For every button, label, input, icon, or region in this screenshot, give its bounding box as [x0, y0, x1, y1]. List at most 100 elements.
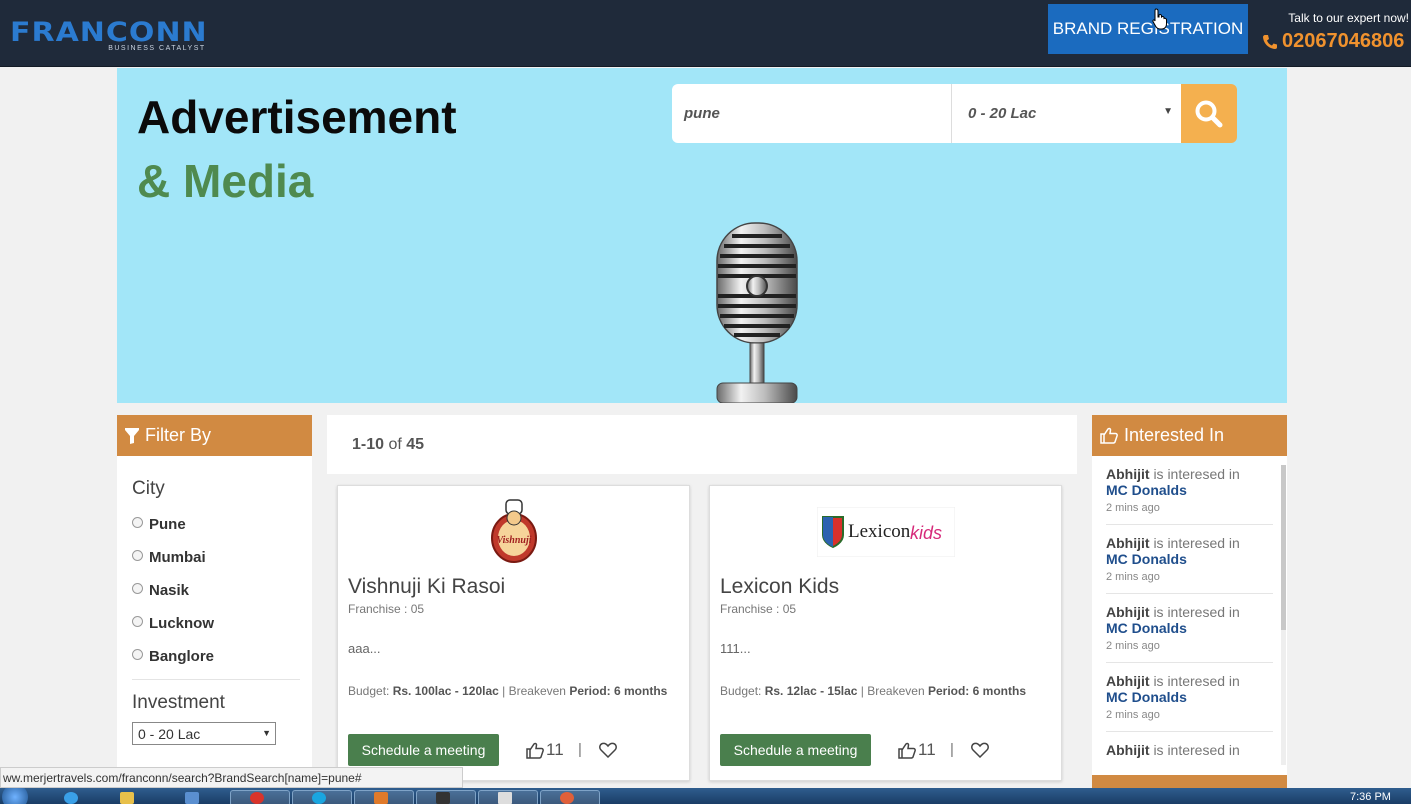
like-button[interactable]: 11	[526, 740, 564, 760]
interested-in-panel: Interested In Abhijit is interesed in MC…	[1092, 415, 1287, 790]
window-icon	[498, 792, 512, 804]
start-button-icon[interactable]	[2, 788, 28, 804]
timestamp: 2 mins ago	[1106, 640, 1160, 652]
schedule-meeting-button[interactable]: Schedule a meeting	[720, 734, 871, 766]
interest-verb: is interesed in	[1153, 673, 1240, 689]
phone-icon	[1263, 34, 1277, 49]
budget-info: Budget: Rs. 100lac - 120lac | Breakeven …	[348, 684, 667, 698]
franchise-count: Franchise : 05	[348, 602, 425, 616]
franconn-logo[interactable]: FRANCONN BUSINESS CATALYST	[10, 18, 208, 52]
app-icon	[374, 792, 388, 804]
franchise-count: Franchise : 05	[720, 602, 797, 616]
franchise-card[interactable]: Vishnuji Vishnuji Ki Rasoi Franchise : 0…	[337, 485, 690, 781]
brand-name[interactable]: Lexicon Kids	[720, 575, 839, 599]
city-label: Nasik	[149, 582, 190, 599]
filter-header-label: Filter By	[145, 425, 212, 445]
phone-number-text: 02067046806	[1282, 30, 1405, 52]
top-navbar: FRANCONN BUSINESS CATALYST BRAND REGISTR…	[0, 0, 1411, 67]
franchise-card[interactable]: Lexicon kids Lexicon Kids Franchise : 05…	[709, 485, 1062, 781]
radio-button[interactable]	[132, 583, 143, 594]
city-label: Banglore	[149, 648, 215, 665]
interested-header-label: Interested In	[1124, 425, 1225, 445]
brand-link[interactable]: MC Donalds	[1106, 482, 1273, 498]
brand-link[interactable]: MC Donalds	[1106, 551, 1273, 567]
brand-link[interactable]: MC Donalds	[1106, 620, 1273, 636]
city-option-nasik[interactable]: Nasik	[132, 574, 312, 607]
city-label: Pune	[149, 516, 186, 533]
dropdown-caret-icon: ▼	[262, 728, 271, 738]
phone-number[interactable]: 02067046806	[1262, 30, 1404, 53]
interested-list: Abhijit is interesed in MC Donalds 2 min…	[1092, 456, 1287, 790]
separator: |	[950, 741, 954, 758]
scrollbar-thumb[interactable]	[1281, 465, 1286, 630]
lexicon-logo-text: Lexicon	[848, 521, 911, 542]
taskbar-clock: 7:36 PM	[1350, 791, 1391, 803]
brand-description: aaa...	[348, 641, 381, 656]
search-button[interactable]	[1181, 84, 1237, 143]
hero-title: Advertisement	[137, 91, 457, 143]
list-item: Abhijit is interesed in MC Donalds 2 min…	[1106, 525, 1273, 594]
results-range: 1-10	[352, 435, 385, 453]
brand-description: 111...	[720, 641, 751, 656]
brand-name[interactable]: Vishnuji Ki Rasoi	[348, 575, 505, 599]
brand-logo: Lexicon kids	[710, 496, 1061, 568]
hero-subtitle: & Media	[137, 155, 314, 207]
vishnuji-logo-text: Vishnuji	[496, 535, 531, 546]
timestamp: 2 mins ago	[1106, 709, 1160, 721]
radio-button[interactable]	[132, 517, 143, 528]
radio-button[interactable]	[132, 649, 143, 660]
list-item: Abhijit is interesed in MC Donalds 2 min…	[1106, 663, 1273, 732]
interest-text: Abhijit is interesed in	[1106, 673, 1273, 689]
thumbs-up-icon	[526, 742, 544, 759]
user-name: Abhijit	[1106, 604, 1150, 620]
period-value: 6 months	[614, 684, 668, 698]
brand-registration-button[interactable]: BRAND REGISTRATION	[1048, 4, 1248, 54]
budget-value: Rs. 100lac - 120lac	[392, 684, 499, 698]
folder-icon[interactable]	[120, 792, 134, 804]
thumbs-up-icon	[1100, 427, 1118, 444]
ie-icon[interactable]	[64, 792, 78, 804]
period-label: Period:	[569, 684, 611, 698]
separator: |	[578, 741, 582, 758]
radio-button[interactable]	[132, 550, 143, 561]
browser-status-bar: ww.merjertravels.com/franconn/search?Bra…	[0, 767, 463, 788]
investment-select[interactable]: 0 - 20 Lac ▼	[132, 722, 276, 745]
search-input[interactable]: pune	[672, 84, 952, 143]
schedule-meeting-button[interactable]: Schedule a meeting	[348, 734, 499, 766]
city-label: Lucknow	[149, 615, 215, 632]
heart-icon[interactable]	[971, 742, 989, 758]
budget-info: Budget: Rs. 12lac - 15lac | Breakeven Pe…	[720, 684, 1026, 698]
city-option-lucknow[interactable]: Lucknow	[132, 607, 312, 640]
like-button[interactable]: 11	[898, 740, 936, 760]
dropdown-caret-icon: ▼	[1163, 106, 1173, 117]
skype-icon	[312, 792, 326, 804]
radio-button[interactable]	[132, 616, 143, 627]
user-name: Abhijit	[1106, 466, 1150, 482]
brand-logo: Vishnuji	[338, 496, 689, 568]
interest-text: Abhijit is interesed in	[1106, 466, 1273, 482]
like-count: 11	[918, 740, 936, 759]
city-title: City	[132, 478, 165, 499]
city-option-pune[interactable]: Pune	[132, 508, 312, 541]
hero-banner: Advertisement & Media pune 0 - 20 Lac ▼	[117, 68, 1287, 403]
city-option-banglore[interactable]: Banglore	[132, 640, 312, 673]
budget-label: Budget:	[720, 684, 762, 698]
period-label: Period:	[927, 684, 970, 698]
lexicon-kids-logo-image: Lexicon kids	[816, 507, 955, 557]
city-option-mumbai[interactable]: Mumbai	[132, 541, 312, 574]
investment-title: Investment	[132, 692, 225, 713]
thumbs-up-icon	[898, 742, 916, 759]
budget-dropdown[interactable]: 0 - 20 Lac ▼	[951, 84, 1181, 143]
heart-icon[interactable]	[599, 742, 617, 758]
results-of: of	[388, 435, 402, 453]
interest-text: Abhijit is interesed in	[1106, 604, 1273, 620]
list-item: Abhijit is interesed in MC Donalds 2 min…	[1106, 456, 1273, 525]
budget-value: Rs. 12lac - 15lac	[764, 684, 858, 698]
filter-header: Filter By	[117, 415, 312, 456]
media-icon[interactable]	[185, 792, 199, 804]
timestamp: 2 mins ago	[1106, 571, 1160, 583]
microphone-image	[716, 222, 798, 403]
interested-scrollbar[interactable]	[1281, 465, 1286, 765]
brand-link[interactable]: MC Donalds	[1106, 689, 1273, 705]
timestamp: 2 mins ago	[1106, 502, 1160, 514]
